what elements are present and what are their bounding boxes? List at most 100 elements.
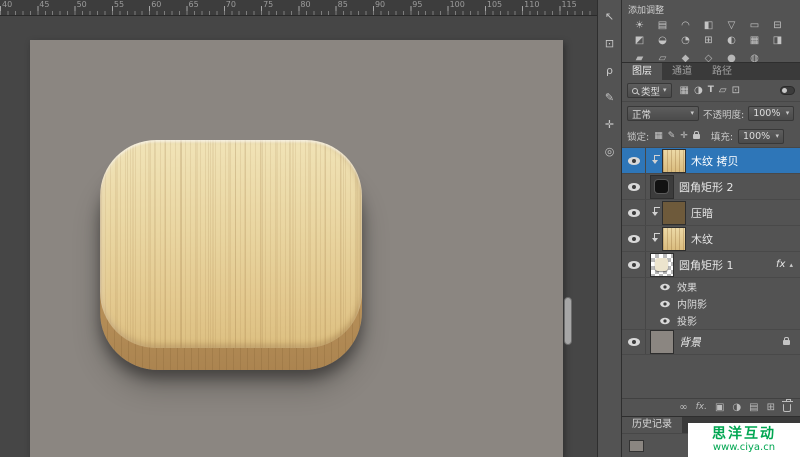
- link-layers-icon[interactable]: ∞: [679, 403, 687, 413]
- effect-visibility-toggle[interactable]: [655, 317, 675, 325]
- layer-filter-bar: 类型 ▾ ▦ ◑ T ▱ ⊡: [622, 80, 800, 102]
- type-layer-filter-icon[interactable]: T: [708, 85, 714, 96]
- chevron-down-icon: ▾: [690, 110, 694, 117]
- canvas-vertical-scrollbar[interactable]: [564, 297, 572, 345]
- opacity-value: 100%: [753, 108, 780, 119]
- new-adjustment-layer-icon[interactable]: ◑: [732, 403, 741, 413]
- search-icon: [632, 88, 638, 94]
- add-layer-mask-icon[interactable]: ▣: [715, 403, 724, 413]
- layer-visibility-toggle[interactable]: [622, 200, 646, 225]
- brightness-contrast-adjustment-icon[interactable]: ☀: [628, 18, 651, 33]
- zoom-tool[interactable]: ◎: [601, 143, 618, 159]
- layer-row[interactable]: 圆角矩形 1 fx ▴: [622, 252, 800, 278]
- effect-visibility-toggle[interactable]: [655, 283, 675, 291]
- shape-layer-filter-icon[interactable]: ▱: [719, 85, 727, 96]
- black-white-adjustment-icon[interactable]: ◩: [628, 33, 651, 48]
- photo-filter-adjustment-icon[interactable]: ◒: [651, 33, 674, 48]
- layer-thumbnail[interactable]: [663, 150, 685, 172]
- move-tool[interactable]: ↖: [601, 8, 618, 24]
- tab-paths[interactable]: 路径: [702, 63, 742, 80]
- new-group-icon[interactable]: ▤: [749, 403, 758, 413]
- layer-row[interactable]: 压暗: [622, 200, 800, 226]
- horizontal-ruler[interactable]: 40 45 50 55 60 65 70 75 80 85 90 95 100 …: [0, 0, 597, 16]
- channel-mixer-adjustment-icon[interactable]: ◔: [674, 33, 697, 48]
- ruler-label: 70: [224, 0, 261, 15]
- color-lookup-adjustment-icon[interactable]: ⊞: [697, 33, 720, 48]
- tab-channels[interactable]: 通道: [662, 63, 702, 80]
- color-balance-adjustment-icon[interactable]: ⊟: [766, 18, 789, 33]
- opacity-dropdown[interactable]: 100% ▾: [748, 106, 794, 121]
- document-canvas[interactable]: [30, 40, 563, 457]
- ruler-label: 100: [448, 0, 485, 15]
- effect-row[interactable]: 效果: [622, 278, 800, 295]
- effect-visibility-toggle[interactable]: [655, 300, 675, 308]
- layer-name: 背景: [679, 334, 701, 350]
- layer-thumbnail[interactable]: [651, 331, 673, 353]
- watermark-url: www.ciya.cn: [713, 442, 775, 454]
- lock-all-icon[interactable]: [693, 134, 700, 139]
- opacity-label: 不透明度:: [703, 107, 744, 121]
- layer-row[interactable]: 木纹: [622, 226, 800, 252]
- layer-name: 圆角矩形 2: [679, 179, 734, 195]
- layer-row[interactable]: 背景: [622, 329, 800, 355]
- layer-visibility-toggle[interactable]: [622, 148, 646, 173]
- threshold-adjustment-icon[interactable]: ◨: [766, 33, 789, 48]
- ruler-label: 65: [186, 0, 223, 15]
- filter-kind-label: 类型: [641, 84, 660, 98]
- layer-style-icon[interactable]: fx.: [696, 403, 707, 412]
- ruler-label: 55: [112, 0, 149, 15]
- effect-row[interactable]: 内阴影: [622, 295, 800, 312]
- layer-visibility-toggle[interactable]: [622, 330, 646, 354]
- blend-mode-dropdown[interactable]: 正常 ▾: [627, 106, 699, 121]
- effect-row[interactable]: 投影: [622, 312, 800, 329]
- layer-name: 圆角矩形 1: [679, 257, 734, 273]
- layer-thumbnail[interactable]: [663, 228, 685, 250]
- adjustment-layer-filter-icon[interactable]: ◑: [694, 85, 703, 96]
- brush-tool[interactable]: ✎: [601, 89, 618, 105]
- layer-visibility-toggle[interactable]: [622, 174, 646, 199]
- tab-history[interactable]: 历史记录: [622, 417, 682, 433]
- lock-image-pixels-icon[interactable]: ✎: [668, 131, 676, 141]
- layer-thumbnail[interactable]: [651, 254, 673, 276]
- layer-thumbnail[interactable]: [651, 176, 673, 198]
- collapse-effects-icon[interactable]: ▴: [789, 261, 793, 269]
- exposure-adjustment-icon[interactable]: ◧: [697, 18, 720, 33]
- new-layer-icon[interactable]: ⊞: [767, 403, 775, 413]
- layer-filter-toggle[interactable]: [780, 86, 795, 95]
- chevron-down-icon: ▾: [663, 87, 667, 94]
- vibrance-adjustment-icon[interactable]: ▽: [720, 18, 743, 33]
- layer-visibility-toggle[interactable]: [622, 226, 646, 251]
- curves-adjustment-icon[interactable]: ◠: [674, 18, 697, 33]
- layer-effects-badge[interactable]: fx: [776, 259, 785, 270]
- fill-dropdown[interactable]: 100% ▾: [738, 129, 784, 144]
- delete-layer-icon[interactable]: [783, 404, 791, 412]
- layer-thumbnail[interactable]: [663, 202, 685, 224]
- clipping-mask-arrow-icon: [651, 233, 661, 245]
- lock-label: 锁定:: [627, 129, 649, 143]
- filter-icons: ▦ ◑ T ▱ ⊡: [680, 85, 740, 96]
- history-state-thumbnail[interactable]: [629, 440, 644, 452]
- pixel-layer-filter-icon[interactable]: ▦: [680, 85, 689, 96]
- posterize-adjustment-icon[interactable]: ▦: [743, 33, 766, 48]
- lasso-tool[interactable]: ρ: [601, 62, 618, 78]
- layer-visibility-toggle[interactable]: [622, 252, 646, 277]
- stamp-tool[interactable]: ✛: [601, 116, 618, 132]
- smart-object-filter-icon[interactable]: ⊡: [732, 85, 740, 96]
- layer-row[interactable]: 木纹 拷贝: [622, 148, 800, 174]
- layer-row[interactable]: 圆角矩形 2: [622, 174, 800, 200]
- levels-adjustment-icon[interactable]: ▤: [651, 18, 674, 33]
- marquee-tool[interactable]: ⊡: [601, 35, 618, 51]
- lock-position-icon[interactable]: ✛: [680, 131, 688, 141]
- hue-saturation-adjustment-icon[interactable]: ▭: [743, 18, 766, 33]
- invert-adjustment-icon[interactable]: ◐: [720, 33, 743, 48]
- watermark-title: 思洋互动: [712, 426, 776, 442]
- tool-strip: ↖ ⊡ ρ ✎ ✛ ◎: [597, 0, 622, 457]
- ruler-label: 90: [373, 0, 410, 15]
- eye-icon: [628, 261, 640, 269]
- tab-layers[interactable]: 图层: [622, 63, 662, 80]
- adjustments-panel: 添加调整 ☀ ▤ ◠ ◧ ▽ ▭ ⊟ ◩ ◒ ◔ ⊞ ◐ ▦ ◨ ▰ ▱ ◆: [622, 0, 800, 62]
- lock-transparent-pixels-icon[interactable]: ▦: [654, 131, 663, 141]
- filter-kind-dropdown[interactable]: 类型 ▾: [627, 83, 672, 98]
- eye-icon: [660, 317, 670, 323]
- ruler-label: 45: [37, 0, 74, 15]
